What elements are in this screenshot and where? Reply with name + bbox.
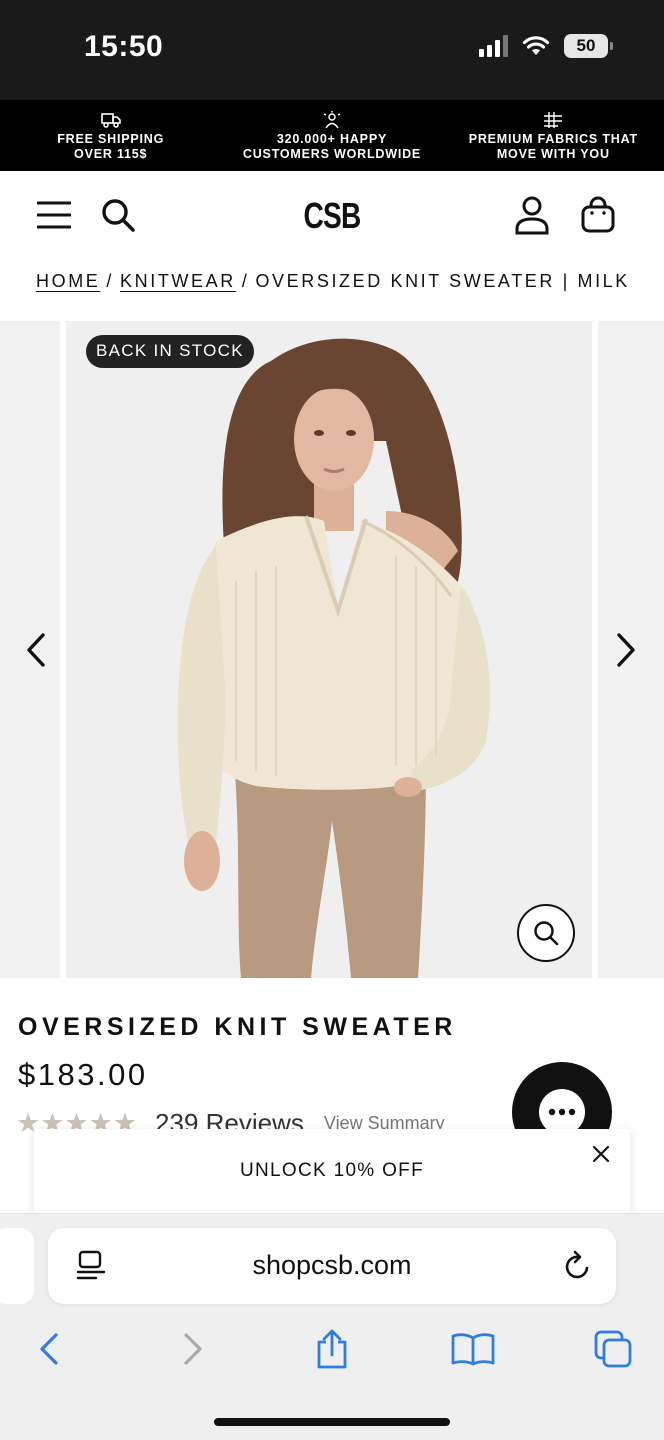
zoom-button[interactable]	[517, 904, 575, 962]
gallery-prev-button[interactable]	[18, 629, 54, 671]
home-indicator	[214, 1418, 450, 1426]
wifi-icon	[522, 36, 550, 55]
product-gallery: BACK IN STOCK	[0, 321, 664, 978]
status-bar: 15:50 50	[0, 0, 664, 100]
breadcrumb-category-link[interactable]: KNITWEAR	[120, 271, 236, 291]
account-button[interactable]	[510, 193, 554, 237]
url-text[interactable]: shopcsb.com	[48, 1250, 616, 1281]
product-photo	[66, 321, 592, 978]
account-icon	[515, 196, 549, 235]
gallery-main-image[interactable]	[66, 321, 592, 978]
bookmarks-button[interactable]	[448, 1324, 498, 1374]
bookmarks-book-icon	[451, 1333, 495, 1366]
close-icon	[592, 1145, 610, 1163]
product-title: OVERSIZED KNIT SWEATER	[18, 1013, 457, 1041]
site-header: CSB	[0, 171, 664, 261]
tabs-button[interactable]	[588, 1324, 638, 1374]
forward-arrow-icon	[184, 1333, 202, 1365]
chevron-left-icon	[27, 633, 45, 667]
breadcrumb-current: OVERSIZED KNIT SWEATER | MILK	[255, 271, 630, 291]
status-time: 15:50	[84, 30, 164, 63]
discount-popup[interactable]: UNLOCK 10% OFF	[34, 1129, 630, 1215]
share-button[interactable]	[307, 1324, 357, 1374]
product-price: $183.00	[18, 1057, 148, 1092]
promo-text: PREMIUM FABRICS THAT MOVE WITH YOU	[468, 131, 638, 161]
reload-icon[interactable]	[562, 1250, 594, 1282]
tabs-icon	[594, 1330, 632, 1368]
promo-text: 320.000+ HAPPY CUSTOMERS WORLDWIDE	[242, 131, 422, 161]
back-in-stock-badge: BACK IN STOCK	[86, 335, 254, 368]
shopping-bag-icon	[581, 196, 615, 233]
discount-popup-text[interactable]: UNLOCK 10% OFF	[34, 1160, 630, 1182]
happy-person-icon	[322, 110, 342, 130]
promo-item-customers: 320.000+ HAPPY CUSTOMERS WORLDWIDE	[221, 100, 442, 171]
previous-tab-peek[interactable]	[0, 1228, 34, 1304]
promo-item-shipping: FREE SHIPPING OVER 115$	[0, 100, 221, 171]
battery-indicator: 50	[564, 34, 613, 58]
share-icon	[317, 1329, 347, 1369]
promo-bar: FREE SHIPPING OVER 115$ 320.000+ HAPPY C…	[0, 100, 664, 171]
browser-chrome: shopcsb.com	[0, 1213, 664, 1440]
status-icons: 50	[479, 34, 613, 58]
popup-close-button[interactable]	[586, 1139, 616, 1169]
menu-button[interactable]	[32, 193, 76, 237]
browser-toolbar	[0, 1324, 664, 1384]
back-arrow-icon	[40, 1333, 58, 1365]
chevron-right-icon	[617, 633, 635, 667]
promo-item-fabrics: PREMIUM FABRICS THAT MOVE WITH YOU	[443, 100, 664, 171]
delivery-truck-icon	[100, 110, 121, 130]
fabric-grid-icon	[543, 110, 563, 130]
back-button[interactable]	[24, 1324, 74, 1374]
promo-text: FREE SHIPPING OVER 115$	[57, 131, 165, 161]
menu-icon	[37, 201, 71, 229]
breadcrumb-separator: /	[106, 271, 115, 291]
zoom-search-icon	[534, 921, 559, 946]
breadcrumb-separator: /	[241, 271, 250, 291]
address-bar[interactable]: shopcsb.com	[48, 1228, 616, 1304]
cart-button[interactable]	[576, 193, 620, 237]
forward-button[interactable]	[168, 1324, 218, 1374]
cellular-signal-icon	[479, 35, 508, 57]
breadcrumb: HOME / KNITWEAR / OVERSIZED KNIT SWEATER | M…	[36, 271, 648, 292]
breadcrumb-home-link[interactable]: HOME	[36, 271, 100, 291]
gallery-next-button[interactable]	[608, 629, 644, 671]
